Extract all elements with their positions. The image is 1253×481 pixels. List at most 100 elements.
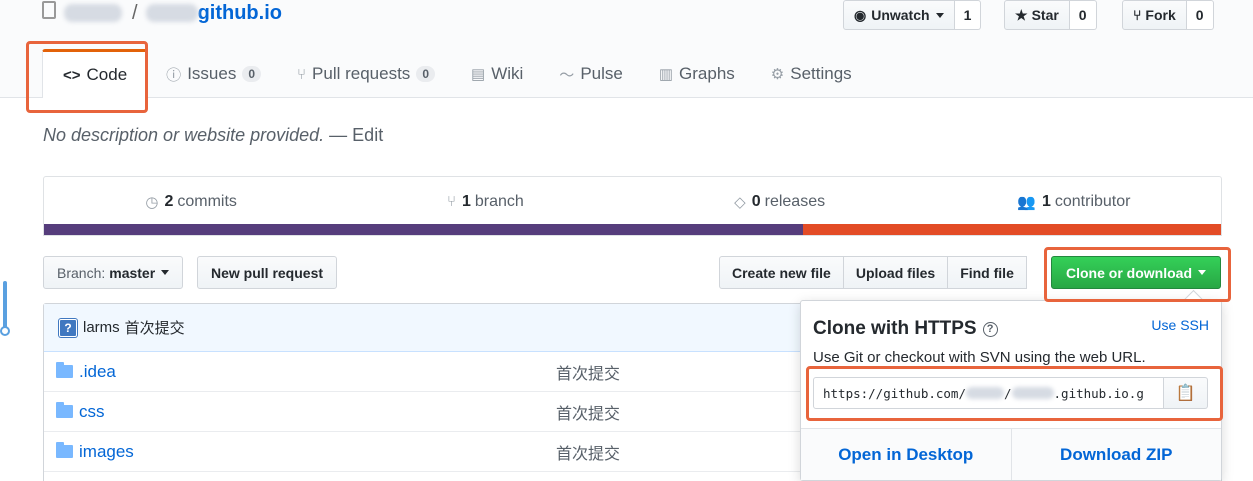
contributors-label: contributor <box>1054 192 1131 210</box>
fork-button[interactable]: ⑂ Fork <box>1122 0 1187 30</box>
clone-url-mid: / <box>1004 385 1012 401</box>
folder-icon <box>56 362 73 378</box>
chevron-down-icon <box>1198 270 1206 275</box>
clone-or-download-label: Clone or download <box>1066 264 1192 281</box>
tab-issues-label: Issues <box>187 64 237 83</box>
file-name-link[interactable]: .idea <box>79 362 116 382</box>
file-commit-message[interactable]: 首次提交 <box>556 360 620 384</box>
tab-graphs[interactable]: ▥ Graphs <box>641 50 753 98</box>
branch-prefix: Branch: <box>57 264 106 281</box>
language-bar-segment[interactable] <box>803 224 1221 235</box>
new-pull-request-button[interactable]: New pull request <box>197 256 338 289</box>
releases-label: releases <box>764 192 826 210</box>
edit-description-link[interactable]: — Edit <box>329 125 383 145</box>
commits-count: 2 <box>164 192 174 210</box>
repo-name-suffix[interactable]: github.io <box>198 2 282 25</box>
file-name-link[interactable]: images <box>79 442 134 462</box>
redacted-repo-name[interactable] <box>145 4 198 22</box>
tab-settings-label: Settings <box>790 64 852 83</box>
stars-count[interactable]: 0 <box>1069 0 1097 30</box>
commit-author[interactable]: larms <box>83 319 120 336</box>
watchers-count[interactable]: 1 <box>954 0 982 30</box>
pulse-icon: 〜 <box>559 66 575 84</box>
file-commit-message[interactable]: 首次提交 <box>556 400 620 424</box>
tag-icon: ◇ <box>734 193 746 211</box>
download-zip-button[interactable]: Download ZIP <box>1011 429 1221 480</box>
clone-popup-title: Clone with HTTPS ? <box>813 318 998 340</box>
clone-url-suffix: .github.io.g <box>1053 385 1144 401</box>
folder-icon <box>56 402 73 418</box>
tab-code-label: Code <box>86 65 128 84</box>
clone-popup: Clone with HTTPS ? Use SSH Use Git or ch… <box>800 300 1222 481</box>
chevron-down-icon <box>935 12 944 18</box>
language-bar[interactable] <box>44 224 1221 235</box>
clone-url-input[interactable]: https://github.com/ / .github.io.g <box>813 377 1164 409</box>
repo-separator: / <box>132 1 138 24</box>
branch-count: 1 <box>461 192 471 210</box>
clone-popup-footer: Open in Desktop Download ZIP <box>801 428 1221 480</box>
releases-link[interactable]: ◇ 0 releases <box>633 177 927 226</box>
language-bar-segment[interactable] <box>44 224 804 235</box>
forks-count[interactable]: 0 <box>1186 0 1214 30</box>
tab-pulse-label: Pulse <box>580 64 623 83</box>
file-commit-message[interactable]: 首次提交 <box>556 440 620 464</box>
tab-pulse[interactable]: 〜 Pulse <box>541 50 641 98</box>
people-icon: 👥 <box>1017 193 1036 211</box>
tab-code[interactable]: <> Code <box>42 49 149 98</box>
clone-popup-subtitle: Use Git or checkout with SVN using the w… <box>813 349 1146 366</box>
repo-description: No description or website provided. — Ed… <box>43 125 383 146</box>
pull-requests-counter: 0 <box>416 66 435 82</box>
clone-title-text: Clone with HTTPS <box>813 318 977 339</box>
chevron-down-icon <box>161 270 170 275</box>
file-name-link[interactable]: css <box>79 402 105 422</box>
scrollbar-knob[interactable] <box>0 326 10 336</box>
fork-label: Fork <box>1145 7 1176 23</box>
eye-icon: ◉ <box>854 6 867 23</box>
file-actions-group: Create new file Upload files Find file <box>719 256 1027 289</box>
commits-link[interactable]: ◷ 2 commits <box>44 177 338 226</box>
repo-icon <box>42 1 56 19</box>
unwatch-control: ◉ Unwatch 1 <box>843 0 982 30</box>
history-icon: ◷ <box>145 193 159 211</box>
repo-header: / github.io ◉ Unwatch 1 ★ Star 0 ⑂ Fork <box>0 0 1253 98</box>
help-icon[interactable]: ? <box>982 321 998 337</box>
redacted-owner[interactable] <box>64 4 122 22</box>
tab-pull-requests[interactable]: ⑂ Pull requests 0 <box>279 50 453 98</box>
avatar[interactable]: ? <box>59 318 77 337</box>
tab-wiki[interactable]: ▤ Wiki <box>453 50 541 98</box>
book-icon: ▤ <box>471 66 486 83</box>
commits-label: commits <box>177 192 237 210</box>
star-label: Star <box>1031 7 1059 23</box>
unwatch-label: Unwatch <box>871 7 930 23</box>
tab-issues[interactable]: ⓘ Issues 0 <box>148 50 279 98</box>
fork-control: ⑂ Fork 0 <box>1122 0 1214 30</box>
redacted-owner <box>966 387 1004 399</box>
branches-link[interactable]: ⑂ 1 branch <box>338 177 632 226</box>
upload-files-button[interactable]: Upload files <box>843 256 949 289</box>
branch-select-button[interactable]: Branch: master <box>43 256 184 289</box>
gear-icon: ⚙ <box>770 66 785 83</box>
tab-settings[interactable]: ⚙ Settings <box>753 50 870 98</box>
tab-pull-requests-label: Pull requests <box>312 64 411 83</box>
description-text: No description or website provided. <box>43 125 325 145</box>
issue-icon: ⓘ <box>166 66 182 84</box>
unwatch-button[interactable]: ◉ Unwatch <box>843 0 955 30</box>
open-in-desktop-button[interactable]: Open in Desktop <box>801 429 1012 480</box>
find-file-button[interactable]: Find file <box>948 256 1027 289</box>
repo-summary: ◷ 2 commits ⑂ 1 branch ◇ 0 releases 👥 1 … <box>43 176 1222 236</box>
branch-label: branch <box>474 192 524 210</box>
releases-count: 0 <box>751 192 761 210</box>
copy-to-clipboard-button[interactable]: 📋 <box>1164 377 1208 409</box>
issues-counter: 0 <box>242 66 262 82</box>
graph-icon: ▥ <box>658 66 674 83</box>
clipboard-icon: 📋 <box>1175 385 1196 402</box>
clone-or-download-button[interactable]: Clone or download <box>1051 256 1221 289</box>
contributors-link[interactable]: 👥 1 contributor <box>927 177 1221 226</box>
commit-message[interactable]: 首次提交 <box>125 317 185 338</box>
star-button[interactable]: ★ Star <box>1004 0 1070 30</box>
branch-icon: ⑂ <box>446 193 456 210</box>
fork-icon: ⑂ <box>1133 7 1142 23</box>
star-icon: ★ <box>1015 6 1028 23</box>
use-ssh-link[interactable]: Use SSH <box>1151 317 1209 333</box>
create-new-file-button[interactable]: Create new file <box>719 256 844 289</box>
